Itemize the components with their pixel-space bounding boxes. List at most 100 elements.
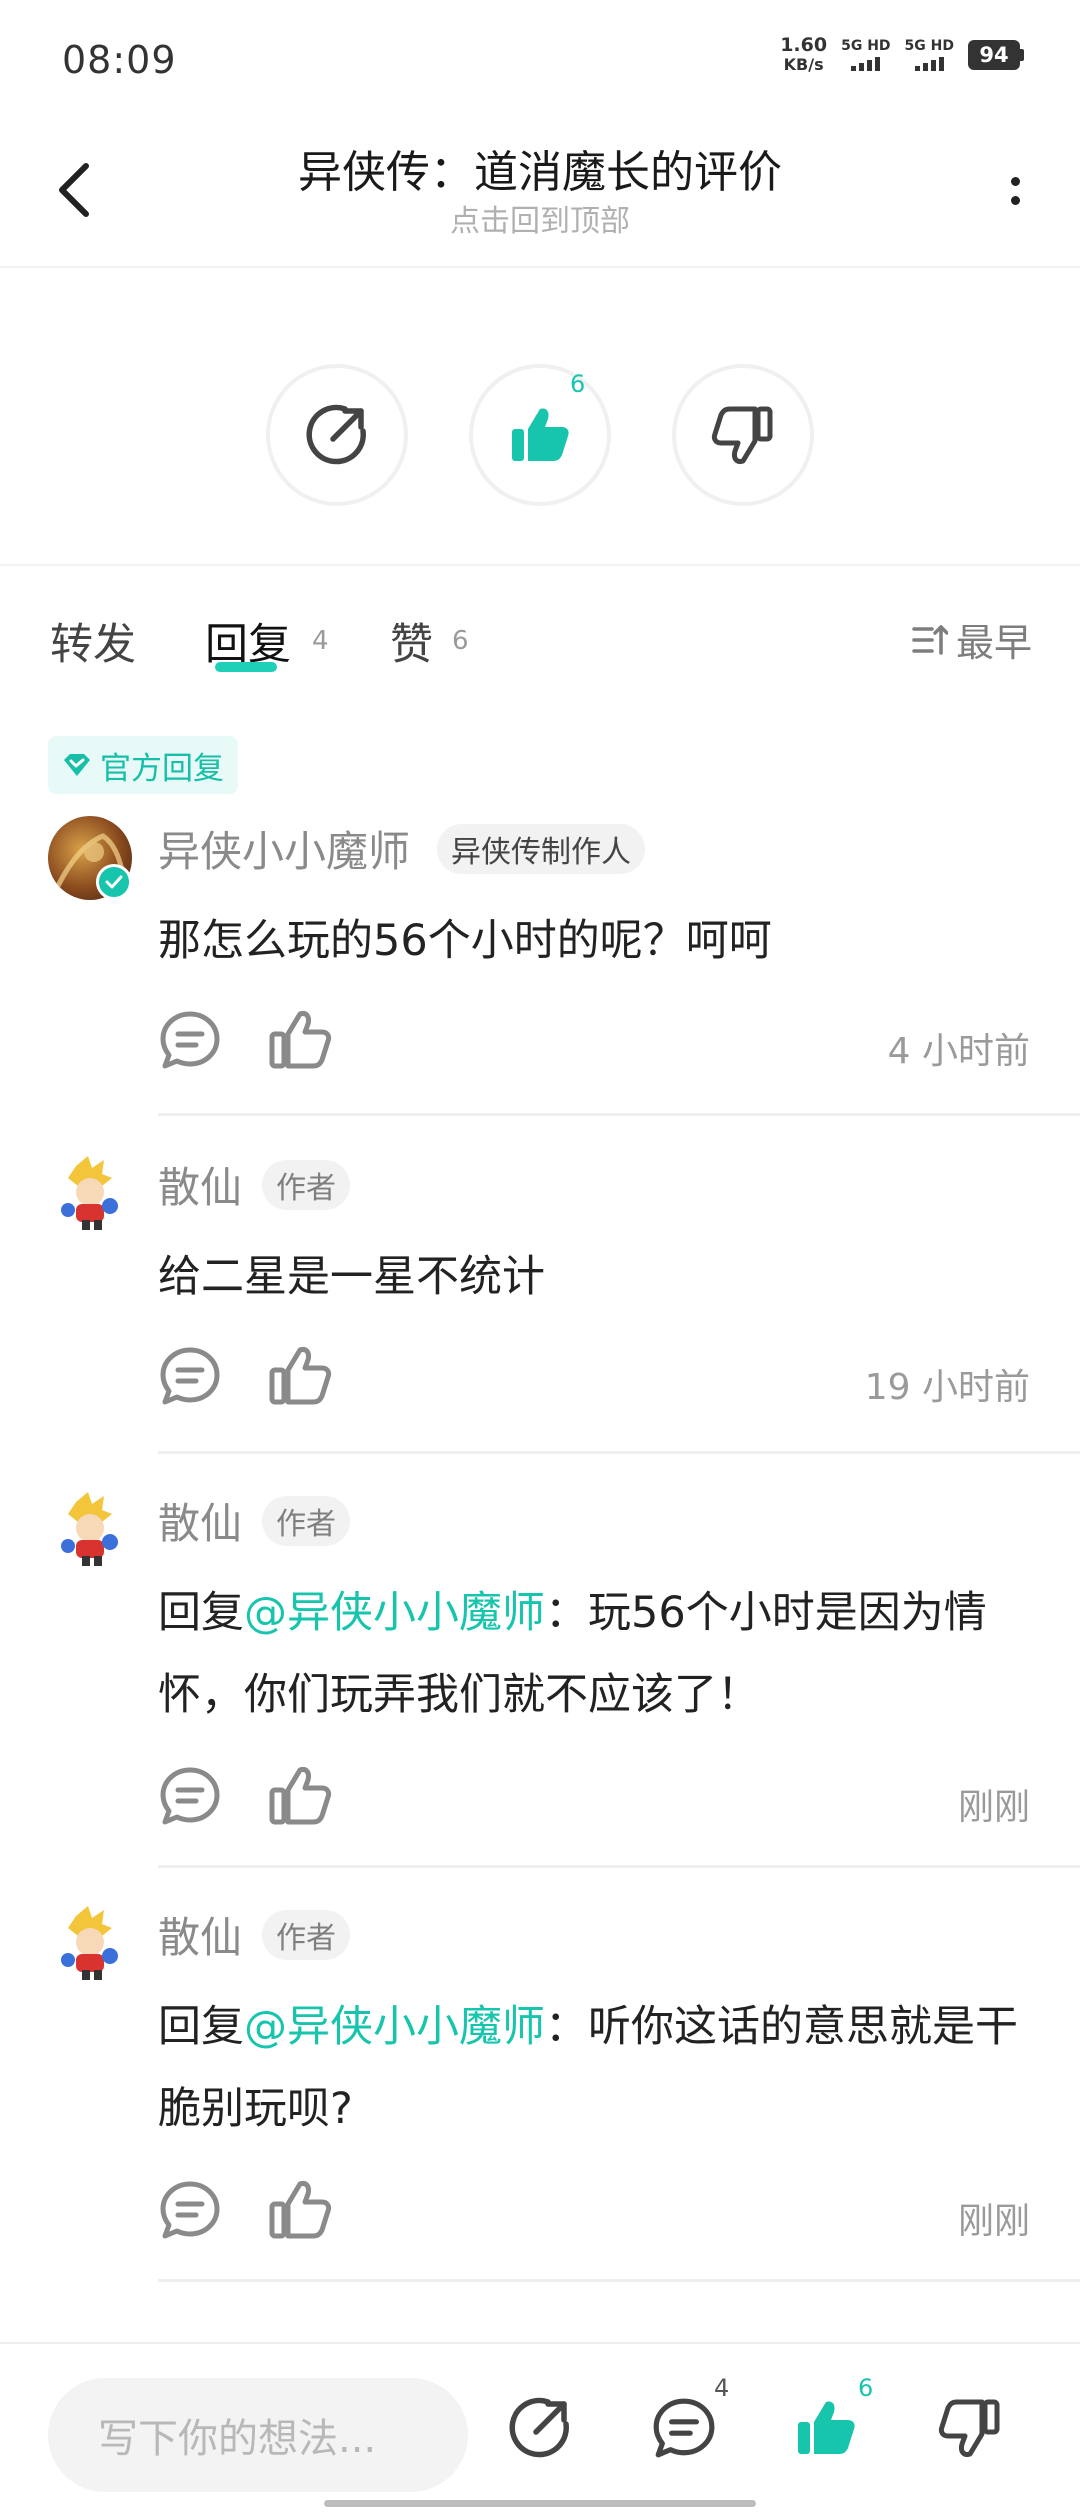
thumbs-down-icon [938, 2399, 1000, 2457]
comment-content: 给二星是一星不统计 [158, 1252, 545, 1302]
comment-icon [653, 2398, 715, 2458]
tab-bar: 转发 回复 4 赞 6 最早 [0, 566, 1080, 716]
comment-divider [158, 2279, 1080, 2282]
dislike-button[interactable] [930, 2388, 1010, 2468]
official-reply-badge: 官方回复 [48, 736, 238, 794]
signal-sim1: 5G HD [841, 38, 891, 71]
thumbs-up-icon[interactable] [268, 2180, 332, 2240]
signal-sim2: 5G HD [905, 39, 954, 71]
comment-divider [158, 1451, 1080, 1454]
comment-button[interactable] [644, 2388, 724, 2468]
share-icon [306, 404, 366, 465]
reply-prefix: 回复 [158, 2002, 244, 2052]
comment-actions [158, 1346, 332, 1406]
network-speed: 1.60 KB/s [780, 34, 828, 75]
review-actions: 6 [0, 268, 1080, 566]
reply-icon[interactable] [158, 1010, 222, 1070]
signal-bars-icon [851, 55, 881, 71]
like-button[interactable] [469, 364, 611, 506]
comment-actions [158, 1010, 332, 1070]
more-options-button[interactable] [990, 156, 1040, 226]
comment-item: 异侠小小魔师 异侠传制作人 那怎么玩的56个小时的呢？呵呵 4 小时前 [0, 810, 1080, 1116]
network-speed-unit: KB/s [783, 55, 824, 74]
thumbs-up-filled-icon [512, 408, 569, 461]
like-count: 6 [858, 2374, 874, 2402]
dislike-button[interactable] [672, 364, 814, 506]
tab-likes-count: 6 [452, 626, 469, 656]
comment-actions [158, 1766, 332, 1826]
comment-divider [158, 1865, 1080, 1868]
comment-input[interactable]: 写下你的想法... [48, 2378, 468, 2492]
thumbs-down-icon [711, 406, 773, 464]
reply-icon[interactable] [158, 1346, 222, 1406]
avatar[interactable] [48, 1488, 132, 1572]
bottom-action-bar: 写下你的想法... 4 6 [0, 2342, 1080, 2520]
page-title: 异侠传：道消魔长的评价 [298, 147, 782, 198]
comment-time: 刚刚 [957, 2201, 1030, 2242]
sort-button[interactable]: 最早 [912, 612, 1032, 667]
more-dot-icon [1010, 196, 1020, 205]
signal-bars-icon [914, 55, 944, 71]
scroll-to-top-hint[interactable]: 点击回到顶部 [0, 196, 1080, 240]
comment-item: 散仙 作者 回复@异侠小小魔师：听你这话的意思就是干脆别玩呗? 刚刚 [0, 1890, 1080, 2290]
status-indicators: 1.60 KB/s 5G HD 5G HD 94 [780, 36, 1024, 74]
comment-author[interactable]: 异侠小小魔师 [158, 818, 410, 879]
share-icon [509, 2397, 569, 2458]
battery-icon: 94 [968, 40, 1024, 70]
comment-time: 刚刚 [957, 1787, 1030, 1828]
comment-content: 回复@异侠小小魔师：玩56个小时是因为情怀，你们玩弄我们就不应该了！ [158, 1572, 1020, 1736]
status-time: 08:09 [62, 38, 177, 82]
reply-icon[interactable] [158, 2180, 222, 2240]
comment-count: 4 [714, 2374, 730, 2402]
comment-time: 19 小时前 [864, 1367, 1030, 1408]
more-dot-icon [1010, 177, 1020, 186]
author-tag: 作者 [262, 1160, 350, 1210]
comment-time: 4 小时前 [887, 1031, 1030, 1072]
comment-author[interactable]: 散仙 [158, 1490, 242, 1551]
tab-replies-count: 4 [312, 626, 329, 656]
reply-prefix: 回复 [158, 1588, 244, 1638]
like-button[interactable] [786, 2388, 866, 2468]
author-tag: 作者 [262, 1496, 350, 1546]
comment-divider [158, 1113, 1080, 1116]
thumbs-up-filled-icon [798, 2401, 855, 2454]
thumbs-up-icon[interactable] [268, 1766, 332, 1826]
like-count: 6 [570, 370, 586, 398]
comment-content: 回复@异侠小小魔师：听你这话的意思就是干脆别玩呗? [158, 1986, 1020, 2150]
comment-actions [158, 2180, 332, 2240]
active-tab-indicator [215, 662, 277, 672]
status-bar: 08:09 1.60 KB/s 5G HD 5G HD 94 [0, 0, 1080, 120]
battery-level: 94 [968, 40, 1020, 70]
sort-label: 最早 [955, 621, 1032, 665]
thumbs-up-icon[interactable] [268, 1346, 332, 1406]
diamond-check-icon [64, 754, 90, 776]
avatar-image-icon [61, 1492, 118, 1566]
sort-icon [912, 624, 948, 655]
share-button[interactable] [266, 364, 408, 506]
signal-sim2-label: 5G HD [904, 38, 954, 54]
comment-author[interactable]: 散仙 [158, 1154, 242, 1215]
tab-forward[interactable]: 转发 [50, 610, 136, 672]
avatar[interactable] [48, 1902, 132, 1986]
comment-author[interactable]: 散仙 [158, 1904, 242, 1965]
thumbs-up-icon[interactable] [268, 1010, 332, 1070]
official-reply-label: 官方回复 [100, 750, 224, 787]
reply-icon[interactable] [158, 1766, 222, 1826]
signal-sim1-label: 5G HD [841, 38, 891, 54]
comment-content: 那怎么玩的56个小时的呢？呵呵 [158, 916, 772, 966]
avatar[interactable] [48, 1152, 132, 1236]
tab-likes[interactable]: 赞 [390, 610, 433, 672]
header: 异侠传：道消魔长的评价 点击回到顶部 [0, 120, 1080, 268]
home-indicator[interactable] [324, 2500, 756, 2507]
mention-link[interactable]: @异侠小小魔师 [244, 1588, 545, 1638]
avatar-image-icon [61, 1156, 118, 1230]
comment-item: 散仙 作者 给二星是一星不统计 19 小时前 [0, 1140, 1080, 1454]
comment-item: 散仙 作者 回复@异侠小小魔师：玩56个小时是因为情怀，你们玩弄我们就不应该了！… [0, 1476, 1080, 1868]
network-speed-value: 1.60 [780, 34, 828, 56]
author-tag: 作者 [262, 1910, 350, 1960]
mention-link[interactable]: @异侠小小魔师 [244, 2002, 545, 2052]
verified-icon [96, 864, 132, 900]
author-role-tag: 异侠传制作人 [437, 824, 645, 874]
share-button[interactable] [500, 2388, 580, 2468]
avatar-image-icon [61, 1906, 118, 1980]
